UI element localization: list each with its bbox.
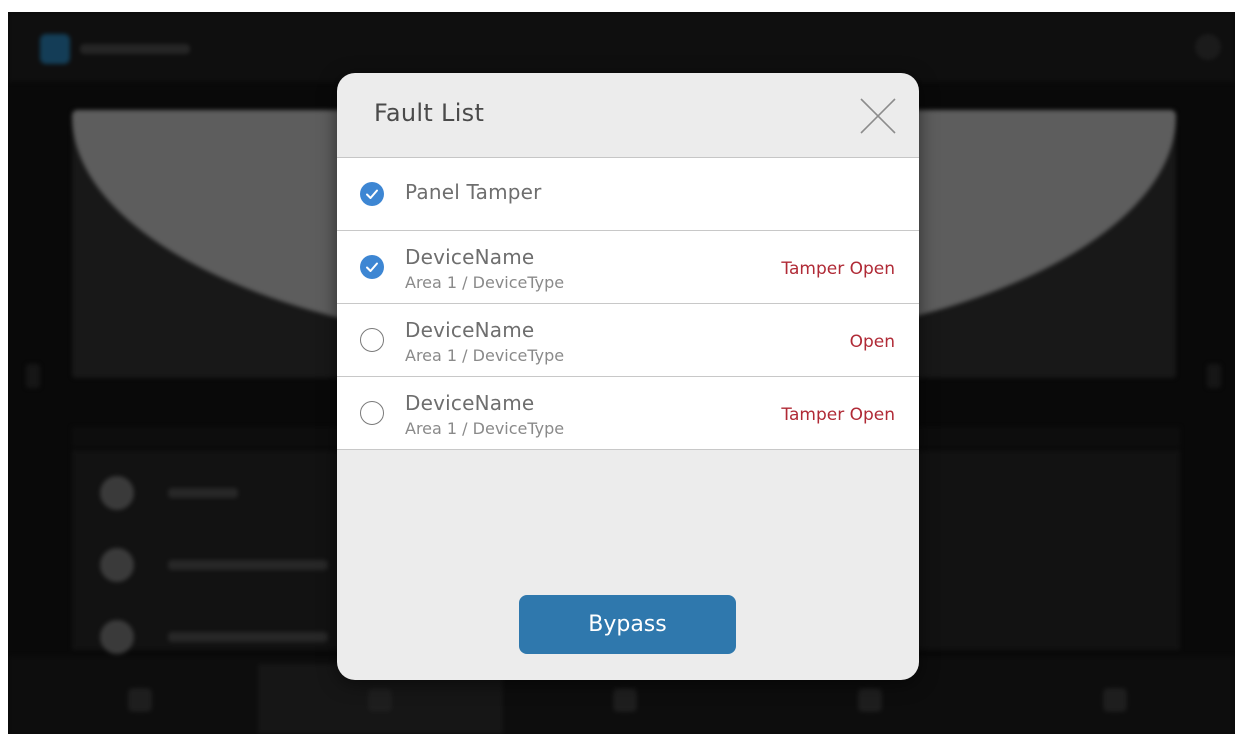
empty-circle-icon[interactable] [360, 328, 384, 352]
fault-location: Area 1 / DeviceType [405, 419, 565, 438]
close-icon [860, 98, 896, 134]
close-button[interactable] [859, 97, 897, 135]
fault-status: Tamper Open [781, 405, 895, 425]
fault-location: Area 1 / DeviceType [405, 273, 565, 292]
fault-name: DeviceName [405, 245, 535, 269]
bypass-button[interactable]: Bypass [519, 595, 736, 654]
fault-row-device[interactable]: DeviceName Area 1 / DeviceType Tamper Op… [337, 377, 919, 450]
fault-row-panel-tamper[interactable]: Panel Tamper [337, 158, 919, 231]
fault-name: DeviceName [405, 391, 535, 415]
fault-list: Panel Tamper DeviceName Area 1 / DeviceT… [337, 157, 919, 450]
fault-location: Area 1 / DeviceType [405, 346, 565, 365]
fault-name: DeviceName [405, 318, 535, 342]
fault-name: Panel Tamper [405, 180, 542, 204]
checkmark-circle-icon[interactable] [360, 255, 384, 279]
fault-row-device[interactable]: DeviceName Area 1 / DeviceType Tamper Op… [337, 231, 919, 304]
empty-circle-icon[interactable] [360, 401, 384, 425]
fault-list-dialog: Fault List Panel Tamper DeviceName Area … [337, 73, 919, 680]
fault-status: Tamper Open [781, 259, 895, 279]
dialog-title: Fault List [374, 99, 485, 127]
dialog-header: Fault List [337, 73, 919, 157]
fault-row-device[interactable]: DeviceName Area 1 / DeviceType Open [337, 304, 919, 377]
checkmark-circle-icon[interactable] [360, 182, 384, 206]
fault-status: Open [849, 332, 895, 352]
